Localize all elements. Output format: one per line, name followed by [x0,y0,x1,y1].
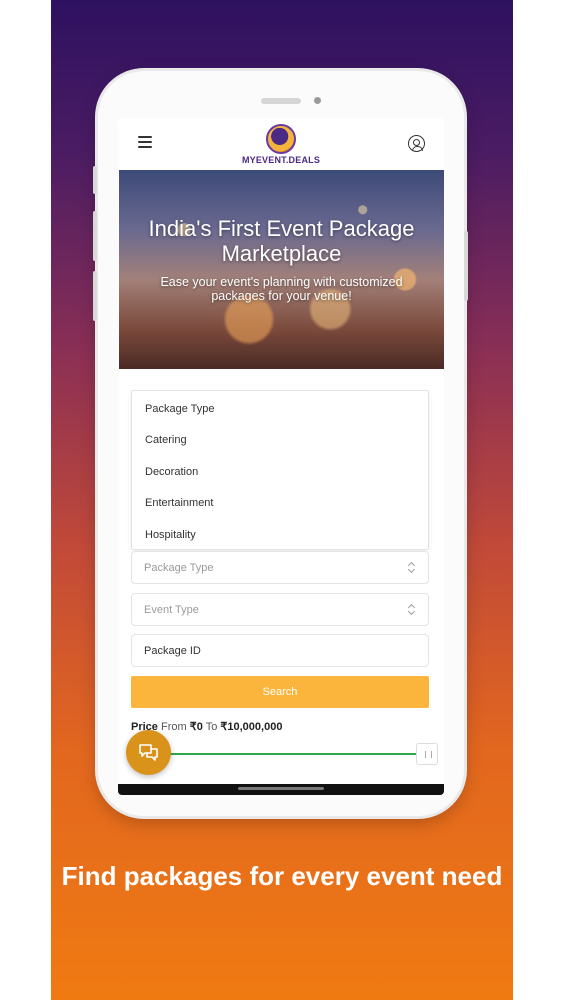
select-arrows-icon [408,562,416,574]
phone-speaker [261,98,301,104]
dropdown-option-package-type[interactable]: Package Type [145,403,215,415]
price-from-value: ₹0 [189,721,203,733]
price-from-word: From [160,721,187,733]
brand-logo[interactable]: MYEVENT.DEALS [236,124,326,166]
logo-text: MYEVENT.DEALS [241,155,321,165]
price-slider-track[interactable] [148,753,418,755]
package-type-dropdown-menu: Package Type Catering Decoration Enterta… [131,390,429,550]
hamburger-icon[interactable] [138,136,152,148]
select-arrows-icon [408,604,416,616]
price-to-word: To [205,721,218,733]
price-to-value: ₹10,000,000 [220,721,283,733]
dropdown-option-hospitality[interactable]: Hospitality [145,529,196,541]
chat-button[interactable] [126,730,171,775]
hero-banner: India's First Event Package Marketplace … [119,170,444,369]
dropdown-option-decoration[interactable]: Decoration [145,466,198,478]
bottom-bar [118,784,444,795]
phone-side-button [93,166,97,194]
home-indicator[interactable] [238,787,324,790]
phone-power-button [464,231,468,301]
app-header: MYEVENT.DEALS [118,118,444,168]
chat-bubbles-icon [139,744,158,761]
phone-mockup: MYEVENT.DEALS India's First Event Packag… [93,71,468,816]
phone-side-button [93,271,97,321]
phone-side-button [93,211,97,261]
app-screen: MYEVENT.DEALS India's First Event Packag… [118,118,444,795]
hero-title: India's First Event Package Marketplace [148,216,415,266]
event-type-select[interactable]: Event Type [131,593,429,626]
dropdown-option-catering[interactable]: Catering [145,434,187,446]
logo-emblem-icon [266,124,296,154]
package-id-input[interactable]: Package ID [131,634,429,667]
user-circle-icon[interactable] [408,135,425,152]
package-id-label: Package ID [144,645,201,657]
package-type-select[interactable]: Package Type [131,551,429,584]
promo-tagline: Find packages for every event need [61,861,503,891]
package-type-placeholder: Package Type [144,562,214,574]
search-button[interactable]: Search [131,676,429,708]
event-type-placeholder: Event Type [144,604,199,616]
phone-camera [314,97,321,104]
price-slider-max-handle[interactable] [416,743,438,765]
hero-subtitle: Ease your event's planning with customiz… [160,275,403,303]
dropdown-option-entertainment[interactable]: Entertainment [145,497,213,509]
